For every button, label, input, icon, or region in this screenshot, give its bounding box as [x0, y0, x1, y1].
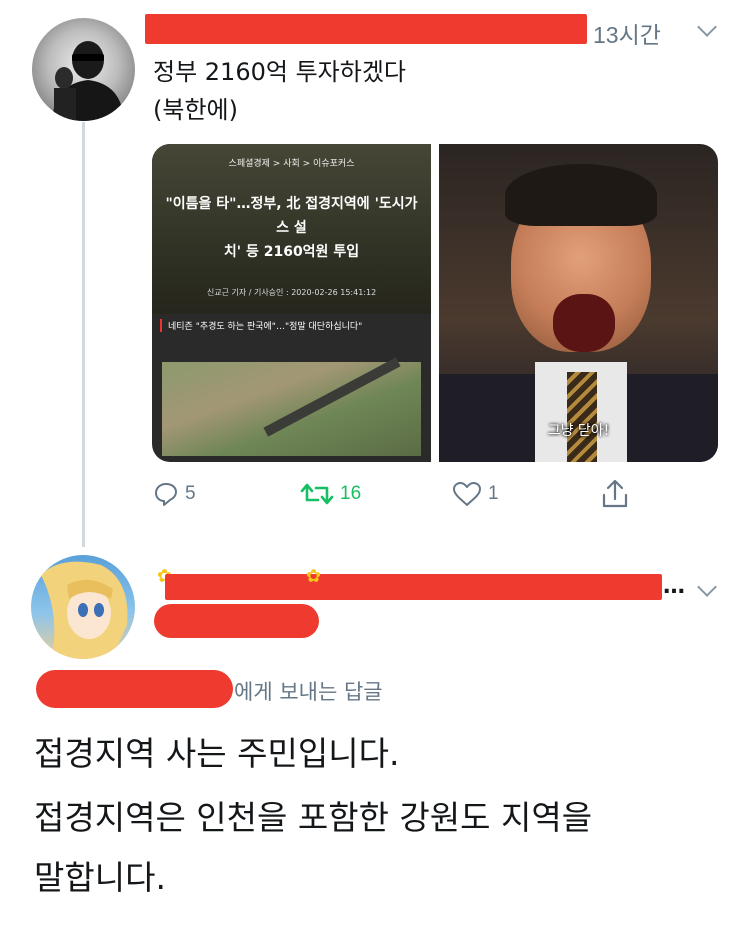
redacted-handle — [154, 604, 319, 638]
reply-button[interactable]: 5 — [153, 478, 196, 510]
retweet-button[interactable]: 16 — [300, 478, 361, 510]
chevron-down-icon[interactable] — [697, 577, 717, 597]
tweet-text-line2: (북한에) — [153, 96, 238, 124]
retweet-icon — [300, 483, 334, 505]
reply-text-line1: 접경지역 사는 주민입니다. — [34, 734, 400, 773]
reply-count: 5 — [185, 483, 196, 504]
share-button[interactable] — [601, 478, 629, 510]
article-headline: "이틈을 타"…정부, 北 접경지역에 '도시가스 설 치' 등 2160억원 … — [162, 192, 421, 264]
redacted-reply-target[interactable] — [36, 670, 233, 708]
reply-text-line2: 접경지역은 인천을 포함한 강원도 지역을 — [34, 798, 593, 837]
share-icon — [602, 479, 628, 508]
flower-icon: ✿ — [306, 566, 322, 587]
tie — [567, 372, 597, 462]
retweet-count: 16 — [340, 483, 362, 504]
reply-icon — [155, 483, 177, 506]
avatar[interactable] — [32, 18, 135, 121]
article-subheadline: 네티즌 "추경도 하는 판국에"…"정말 대단하십니다" — [160, 319, 423, 332]
thread-line — [82, 122, 85, 547]
article-breadcrumb: 스페셜경제 > 사회 > 이슈포커스 — [228, 159, 355, 169]
article-headline-line1: "이틈을 타"…정부, 北 접경지역에 '도시가스 설 — [165, 196, 418, 236]
like-button[interactable]: 1 — [452, 478, 499, 510]
article-byline: 신교근 기자 / 기사승인 : 2020-02-26 15:41:12 — [206, 288, 377, 297]
tweet-text-line1: 정부 2160억 투자하겠다 — [153, 58, 406, 86]
name-truncation-ellipsis: … — [663, 574, 685, 599]
article-border-photo — [162, 357, 421, 456]
redacted-display-name — [145, 14, 587, 44]
chevron-down-icon[interactable] — [697, 17, 717, 37]
avatar[interactable] — [31, 555, 135, 659]
avatar-anime-girl-icon — [41, 561, 128, 659]
hair — [505, 164, 657, 226]
reply-text-line3: 말합니다. — [34, 858, 166, 897]
tweet-time: 13시간 — [593, 22, 661, 48]
media-image-movie-still[interactable]: 그냥 닫아! — [439, 144, 718, 462]
heart-icon — [453, 482, 481, 506]
media-image-article[interactable]: 스페셜경제 > 사회 > 이슈포커스 "이틈을 타"…정부, 北 접경지역에 '… — [152, 144, 431, 462]
mouth — [553, 294, 615, 352]
like-count: 1 — [488, 483, 499, 504]
redacted-display-name — [165, 574, 662, 600]
reply-to-label: 에게 보내는 답글 — [234, 680, 383, 704]
avatar-figures-icon — [52, 41, 124, 121]
movie-subtitle: 그냥 닫아! — [547, 423, 610, 439]
article-headline-line2: 치' 등 2160억원 투입 — [223, 244, 360, 260]
